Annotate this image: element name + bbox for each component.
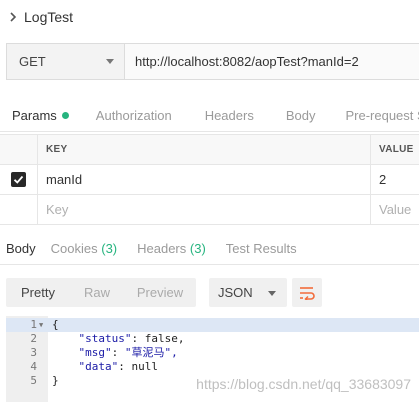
line-number: 1 [30, 318, 37, 331]
line-number: 5 [30, 374, 37, 387]
tab-body[interactable]: Body [285, 99, 316, 131]
method-select[interactable]: GET [7, 44, 125, 79]
new-row-check-cell [0, 195, 38, 224]
code-line: 3 "msg": "草泥马", [6, 346, 419, 360]
request-title-row[interactable]: LogTest [0, 0, 419, 34]
value-column-header: VALUE [379, 144, 414, 155]
param-key-input[interactable]: manId [38, 165, 371, 194]
close-brace: } [52, 374, 59, 387]
code-line: 1 ▼ { [6, 318, 419, 332]
request-title: LogTest [24, 9, 74, 25]
new-key-input[interactable]: Key [38, 195, 371, 224]
tab-authorization[interactable]: Authorization [95, 99, 172, 131]
new-value-input[interactable]: Value [371, 195, 419, 224]
line-number: 3 [30, 346, 37, 359]
url-bar: GET http://localhost:8082/aopTest?manId=… [6, 43, 419, 80]
json-key: "msg" [78, 346, 112, 359]
response-tabs: Body Cookies (3) Headers (3) Test Result… [0, 232, 419, 265]
code-text: "data": null [78, 360, 159, 373]
cookies-count: (3) [101, 241, 118, 256]
response-view-toolbar: Pretty Raw Preview JSON [6, 278, 419, 307]
code-text: "msg": "草泥马", [78, 346, 178, 359]
param-enabled-checkbox[interactable] [11, 172, 26, 187]
params-indicator-dot [61, 112, 69, 119]
tab-headers-label: Headers [204, 108, 254, 123]
json-value: false, [144, 332, 185, 345]
tab-response-body[interactable]: Body [6, 232, 36, 264]
tab-body-label: Body [285, 108, 316, 123]
format-selected: JSON [218, 285, 253, 300]
tab-authorization-label: Authorization [95, 108, 172, 123]
param-row: manId 2 [0, 165, 419, 195]
param-new-row: Key Value [0, 195, 419, 225]
format-select[interactable]: JSON [209, 278, 287, 307]
json-key: "data" [78, 360, 119, 373]
tab-pre-request-script[interactable]: Pre-request Sc [345, 99, 419, 131]
tab-params-label: Params [12, 108, 57, 123]
open-brace: { [52, 318, 59, 331]
url-input[interactable]: http://localhost:8082/aopTest?manId=2 [125, 44, 419, 79]
tab-test-results[interactable]: Test Results [225, 232, 297, 264]
params-header-row: KEY VALUE [0, 135, 419, 165]
line-number: 2 [30, 332, 37, 345]
json-value: "草泥马", [124, 346, 178, 359]
code-line: 2 "status": false, [6, 332, 419, 346]
tab-params[interactable]: Params [12, 99, 69, 131]
fold-toggle-icon[interactable]: ▼ [39, 318, 43, 332]
watermark: https://blog.csdn.net/qq_33683097 [196, 376, 411, 392]
key-column-header: KEY [38, 135, 371, 164]
tab-response-body-label: Body [6, 241, 36, 256]
tab-cookies[interactable]: Cookies (3) [50, 232, 118, 264]
code-text: { [52, 318, 59, 332]
chevron-down-icon [106, 59, 114, 64]
param-value-input[interactable]: 2 [371, 165, 419, 194]
request-tabs: Params Authorization Headers Body Pre-re… [0, 99, 419, 132]
tab-response-headers-label: Headers [137, 241, 187, 256]
wrap-lines-button[interactable] [292, 278, 322, 307]
tab-headers[interactable]: Headers [204, 99, 254, 131]
method-label: GET [19, 54, 46, 69]
code-text: } [52, 374, 59, 388]
chevron-right-icon[interactable] [8, 12, 18, 22]
wrap-lines-icon [300, 286, 315, 300]
view-mode-group: Pretty Raw Preview [6, 278, 196, 307]
code-line: 4 "data": null [6, 360, 419, 374]
header-check-cell [0, 135, 38, 164]
json-key: "status" [78, 332, 132, 345]
headers-count: (3) [189, 241, 206, 256]
raw-button[interactable]: Raw [70, 278, 124, 307]
checkmark-icon [13, 175, 24, 184]
preview-button[interactable]: Preview [124, 278, 196, 307]
pretty-button[interactable]: Pretty [6, 278, 70, 307]
params-table: KEY VALUE manId 2 Key Value [0, 134, 419, 225]
json-value: null [131, 360, 159, 373]
chevron-down-icon [268, 291, 276, 296]
line-number: 4 [30, 360, 37, 373]
tab-cookies-label: Cookies [50, 241, 98, 256]
tab-test-results-label: Test Results [225, 241, 297, 256]
tab-response-headers[interactable]: Headers (3) [137, 232, 206, 264]
tab-pre-request-label: Pre-request Sc [345, 108, 419, 123]
param-enabled-cell [0, 165, 38, 194]
code-text: "status": false, [78, 332, 185, 345]
